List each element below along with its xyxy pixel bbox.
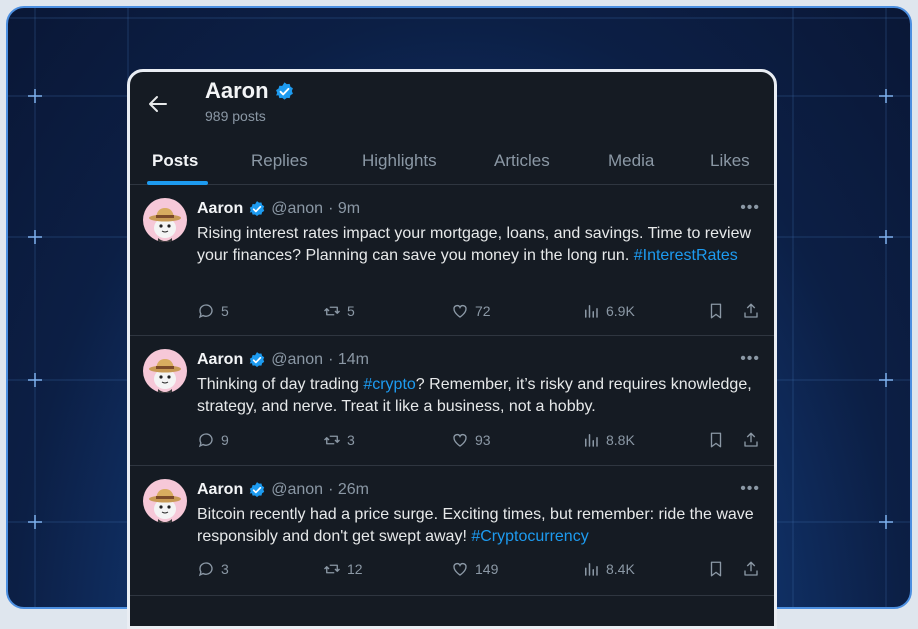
tab-posts[interactable]: Posts	[152, 151, 198, 171]
profile-tabs: Posts Replies Highlights Articles Media …	[130, 140, 774, 185]
like-button[interactable]: 72	[451, 302, 491, 320]
author-name[interactable]: Aaron	[197, 200, 243, 218]
repost-icon	[324, 435, 340, 445]
reply-button[interactable]: 5	[197, 302, 229, 320]
post-text: Thinking of day trading #crypto? Remembe…	[197, 376, 752, 415]
tab-articles[interactable]: Articles	[494, 151, 550, 171]
repost-count: 12	[347, 561, 363, 577]
share-icon	[744, 432, 758, 447]
author-name[interactable]: Aaron	[197, 351, 243, 369]
hashtag-link[interactable]: #InterestRates	[634, 247, 738, 264]
like-count: 93	[475, 432, 491, 448]
verified-badge-icon	[250, 352, 265, 367]
more-icon[interactable]: •••	[740, 480, 760, 498]
repost-button[interactable]: 12	[323, 560, 363, 578]
share-button[interactable]	[742, 560, 760, 578]
reply-button[interactable]: 9	[197, 431, 229, 449]
repost-icon	[324, 306, 340, 316]
heart-icon	[453, 304, 467, 318]
heart-icon	[453, 562, 467, 576]
verified-badge-icon	[250, 482, 265, 497]
reply-button[interactable]: 3	[197, 560, 229, 578]
tab-likes[interactable]: Likes	[710, 151, 750, 171]
tab-highlights[interactable]: Highlights	[362, 151, 437, 171]
share-icon	[744, 561, 758, 576]
like-count: 72	[475, 303, 491, 319]
profile-header: Aaron 989 posts	[130, 72, 774, 140]
views-icon	[585, 305, 598, 318]
heart-icon	[453, 433, 467, 447]
post-item[interactable]: Aaron @anon · 26m ••• Bitcoin recently h…	[130, 466, 774, 596]
post-actions: 5 5 72 6.9K	[197, 302, 762, 324]
share-button[interactable]	[742, 302, 760, 320]
profile-name: Aaron	[205, 78, 269, 103]
author-handle[interactable]: @anon	[271, 481, 323, 499]
share-button[interactable]	[742, 431, 760, 449]
avatar[interactable]	[143, 479, 187, 523]
like-button[interactable]: 93	[451, 431, 491, 449]
reply-icon	[198, 433, 213, 448]
views-icon	[585, 434, 598, 447]
repost-icon	[324, 564, 340, 574]
arrow-left-icon[interactable]	[146, 92, 170, 116]
post-item[interactable]: Aaron @anon · 9m ••• Rising interest rat…	[130, 185, 774, 336]
tab-replies[interactable]: Replies	[251, 151, 308, 171]
like-count: 149	[475, 561, 499, 577]
reply-icon	[198, 562, 213, 577]
author-handle[interactable]: @anon	[271, 351, 323, 369]
post-time[interactable]: · 9m	[328, 200, 360, 218]
bookmark-icon	[710, 303, 722, 319]
hashtag-link[interactable]: #Cryptocurrency	[471, 528, 588, 545]
post-text: Rising interest rates impact your mortga…	[197, 225, 752, 264]
views-button[interactable]: 8.4K	[582, 560, 635, 578]
reply-count: 3	[221, 561, 229, 577]
reply-count: 9	[221, 432, 229, 448]
tab-media[interactable]: Media	[608, 151, 654, 171]
bookmark-button[interactable]	[707, 431, 725, 449]
verified-badge-icon	[250, 201, 265, 216]
view-count: 8.4K	[606, 561, 635, 577]
verified-badge-icon	[275, 81, 293, 100]
post-item[interactable]: Aaron @anon · 14m ••• Thinking of day tr…	[130, 336, 774, 466]
post-actions: 9 3 93 8.8K	[197, 431, 762, 453]
post-actions: 3 12 149 8.4K	[197, 560, 762, 582]
views-button[interactable]: 6.9K	[582, 302, 635, 320]
repost-button[interactable]: 5	[323, 302, 355, 320]
views-icon	[585, 563, 598, 576]
reply-count: 5	[221, 303, 229, 319]
author-name[interactable]: Aaron	[197, 481, 243, 499]
view-count: 6.9K	[606, 303, 635, 319]
bookmark-button[interactable]	[707, 560, 725, 578]
bookmark-icon	[710, 432, 722, 448]
post-count: 989 posts	[205, 108, 266, 124]
repost-count: 5	[347, 303, 355, 319]
repost-count: 3	[347, 432, 355, 448]
views-button[interactable]: 8.8K	[582, 431, 635, 449]
more-icon[interactable]: •••	[740, 350, 760, 368]
like-button[interactable]: 149	[451, 560, 498, 578]
post-time[interactable]: · 26m	[328, 481, 369, 499]
author-handle[interactable]: @anon	[271, 200, 323, 218]
view-count: 8.8K	[606, 432, 635, 448]
more-icon[interactable]: •••	[740, 199, 760, 217]
bookmark-button[interactable]	[707, 302, 725, 320]
post-time[interactable]: · 14m	[328, 351, 369, 369]
post-text: Bitcoin recently had a price surge. Exci…	[197, 506, 754, 545]
avatar[interactable]	[143, 198, 187, 242]
profile-panel: Aaron 989 posts Posts Replies Highlights…	[127, 69, 777, 629]
repost-button[interactable]: 3	[323, 431, 355, 449]
avatar[interactable]	[143, 349, 187, 393]
hashtag-link[interactable]: #crypto	[363, 376, 415, 393]
share-icon	[744, 303, 758, 318]
bookmark-icon	[710, 561, 722, 577]
reply-icon	[198, 304, 213, 319]
